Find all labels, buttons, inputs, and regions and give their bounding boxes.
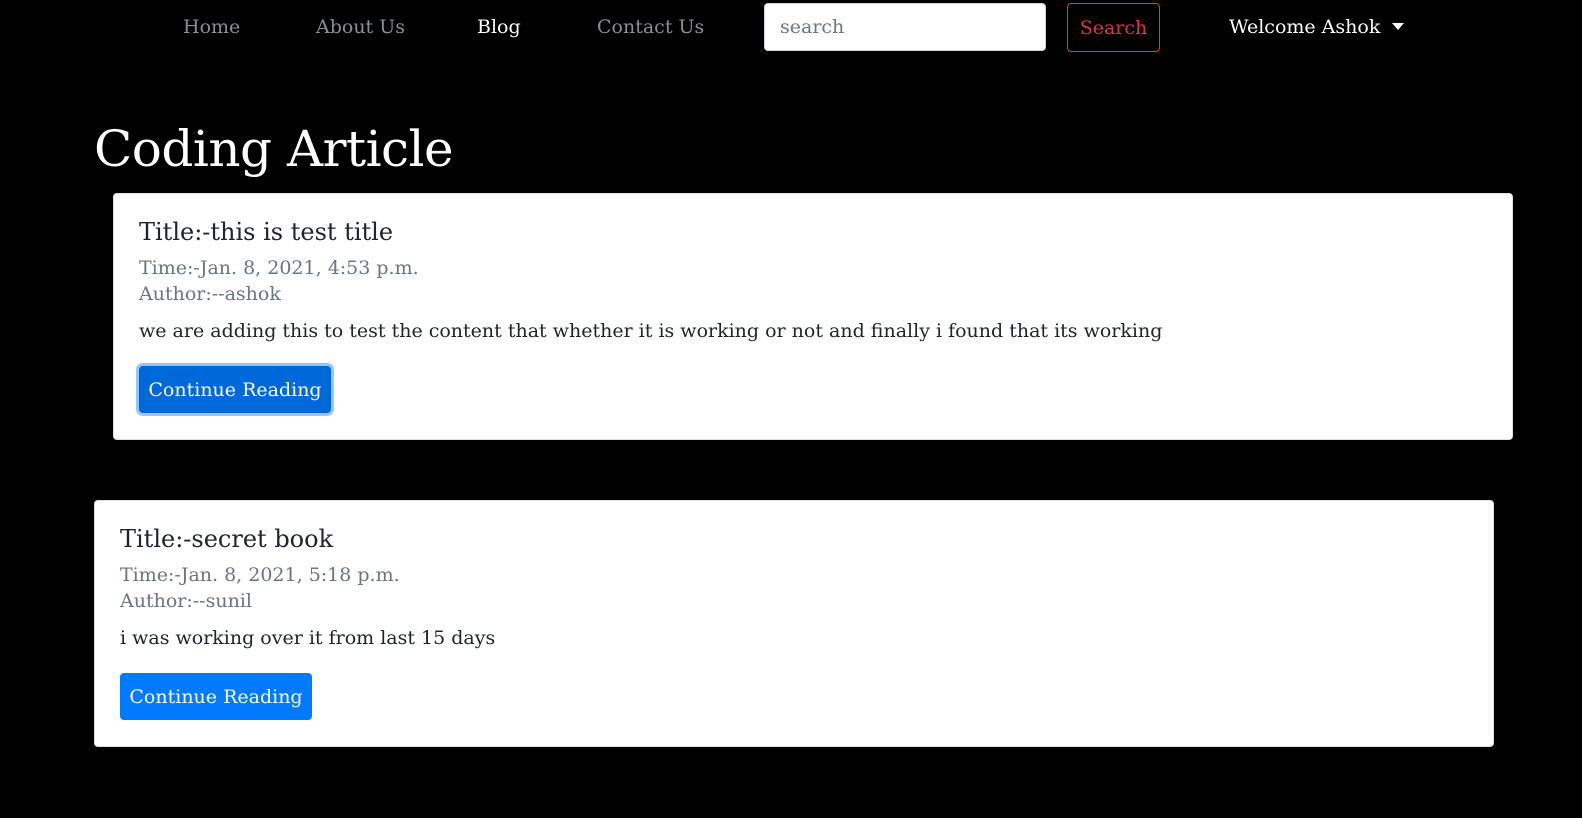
article-card: Title:-this is test title Time:-Jan. 8, … bbox=[113, 193, 1513, 440]
article-title: Title:-this is test title bbox=[139, 218, 394, 246]
nav-link-blog[interactable]: Blog bbox=[477, 16, 521, 38]
continue-reading-button[interactable]: Continue Reading bbox=[120, 673, 312, 720]
user-menu-label: Welcome Ashok bbox=[1229, 16, 1381, 38]
caret-down-icon bbox=[1392, 22, 1405, 30]
article-author: Author:--ashok bbox=[139, 283, 281, 305]
page-title: Coding Article bbox=[94, 120, 454, 178]
search-input[interactable] bbox=[764, 3, 1046, 51]
nav-link-home[interactable]: Home bbox=[183, 16, 240, 38]
user-menu-dropdown[interactable]: Welcome Ashok bbox=[1229, 16, 1405, 38]
article-card: Title:-secret book Time:-Jan. 8, 2021, 5… bbox=[94, 500, 1494, 747]
article-content: we are adding this to test the content t… bbox=[139, 320, 1163, 342]
nav-link-contact-us[interactable]: Contact Us bbox=[597, 16, 704, 38]
top-navbar: Home About Us Blog Contact Us Search Wel… bbox=[0, 0, 1582, 58]
search-button[interactable]: Search bbox=[1067, 3, 1160, 52]
nav-link-about-us[interactable]: About Us bbox=[316, 16, 405, 38]
article-time: Time:-Jan. 8, 2021, 4:53 p.m. bbox=[139, 257, 419, 279]
article-content: i was working over it from last 15 days bbox=[120, 627, 496, 649]
continue-reading-button[interactable]: Continue Reading bbox=[139, 366, 331, 413]
article-title: Title:-secret book bbox=[120, 525, 334, 553]
article-time: Time:-Jan. 8, 2021, 5:18 p.m. bbox=[120, 564, 400, 586]
article-author: Author:--sunil bbox=[120, 590, 252, 612]
